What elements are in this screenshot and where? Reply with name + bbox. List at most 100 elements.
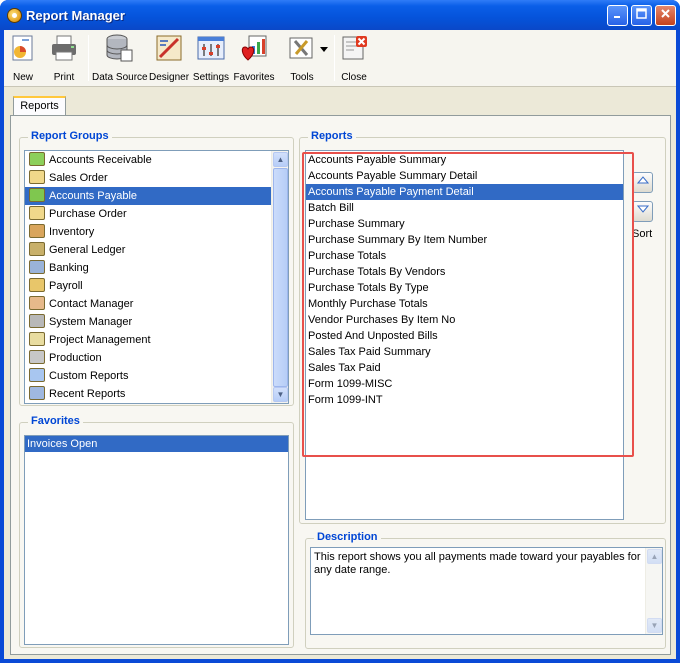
description-text: This report shows you all payments made … xyxy=(314,551,644,576)
report-item[interactable]: Purchase Totals By Vendors xyxy=(306,264,623,280)
report-item[interactable]: Purchase Totals xyxy=(306,248,623,264)
scroll-down-button[interactable]: ▼ xyxy=(273,387,288,402)
bank-icon xyxy=(29,260,45,275)
report-group-label: Accounts Payable xyxy=(49,190,138,202)
report-item[interactable]: Purchase Totals By Type xyxy=(306,280,623,296)
favorites-group: Favorites Invoices Open xyxy=(19,415,294,648)
report-group-label: General Ledger xyxy=(49,244,126,256)
database-icon xyxy=(106,34,133,62)
favorites-title: Favorites xyxy=(28,415,83,427)
report-item[interactable]: Posted And Unposted Bills xyxy=(306,328,623,344)
sort-up-button[interactable] xyxy=(632,172,653,193)
new-report-icon xyxy=(12,35,33,61)
report-groups-items: Accounts Receivable Sales Order Accounts P… xyxy=(25,151,288,403)
report-item[interactable]: Accounts Payable Summary xyxy=(306,152,623,168)
report-group-item[interactable]: Contact Manager xyxy=(25,295,288,313)
favorites-items: Invoices Open xyxy=(25,436,288,452)
sort-down-button[interactable] xyxy=(632,201,653,222)
chevron-down-icon xyxy=(320,47,328,52)
designer-icon xyxy=(156,35,182,61)
report-group-label: Payroll xyxy=(49,280,83,292)
report-groups-list[interactable]: Accounts Receivable Sales Order Accounts P… xyxy=(24,150,289,404)
report-group-item[interactable]: Accounts Receivable xyxy=(25,151,288,169)
project-icon xyxy=(29,332,45,347)
report-item[interactable]: Accounts Payable Summary Detail xyxy=(306,168,623,184)
report-group-label: Sales Order xyxy=(49,172,108,184)
report-group-label: Project Management xyxy=(49,334,151,346)
report-group-item[interactable]: Project Management xyxy=(25,331,288,349)
report-item[interactable]: Monthly Purchase Totals xyxy=(306,296,623,312)
favorites-icon xyxy=(241,35,267,61)
maximize-icon xyxy=(636,8,647,19)
report-item[interactable]: Form 1099-MISC xyxy=(306,376,623,392)
report-item[interactable]: Sales Tax Paid Summary xyxy=(306,344,623,360)
report-group-item[interactable]: General Ledger xyxy=(25,241,288,259)
report-group-item[interactable]: Recent Reports xyxy=(25,385,288,403)
report-group-label: Purchase Order xyxy=(49,208,127,220)
minimize-button[interactable] xyxy=(607,5,628,26)
report-group-item[interactable]: Custom Reports xyxy=(25,367,288,385)
report-manager-window: Report Manager New Print Data Source Des… xyxy=(0,0,680,663)
book-icon xyxy=(29,242,45,257)
report-group-item[interactable]: Production xyxy=(25,349,288,367)
scroll-thumb[interactable] xyxy=(273,168,288,387)
report-group-label: System Manager xyxy=(49,316,133,328)
favorite-item[interactable]: Invoices Open xyxy=(25,436,288,452)
minimize-icon xyxy=(613,16,620,18)
report-group-item[interactable]: System Manager xyxy=(25,313,288,331)
report-item[interactable]: Accounts Payable Payment Detail xyxy=(306,184,623,200)
window-title: Report Manager xyxy=(26,8,125,23)
data-source-button[interactable]: Data Source xyxy=(92,33,148,85)
report-groups-title: Report Groups xyxy=(28,130,112,142)
settings-button[interactable]: Settings xyxy=(192,33,230,85)
report-group-item[interactable]: Sales Order xyxy=(25,169,288,187)
description-group: Description This report shows you all pa… xyxy=(305,531,666,649)
description-box[interactable]: This report shows you all payments made … xyxy=(310,547,663,635)
tools-dropdown-arrow[interactable] xyxy=(320,44,328,54)
new-button[interactable]: New xyxy=(8,33,38,85)
favorites-list[interactable]: Invoices Open xyxy=(24,435,289,645)
favorites-button[interactable]: Favorites xyxy=(233,33,275,85)
payroll-icon xyxy=(29,278,45,293)
report-group-label: Custom Reports xyxy=(49,370,129,382)
report-group-item[interactable]: Inventory xyxy=(25,223,288,241)
clock-icon xyxy=(29,386,45,401)
close-button[interactable]: Close xyxy=(338,33,370,85)
arrow-up-icon xyxy=(636,176,649,184)
description-scrollbar[interactable]: ▲ ▼ xyxy=(645,548,662,634)
sort-label: Sort xyxy=(632,228,653,240)
close-window-button[interactable] xyxy=(655,5,676,26)
reports-list[interactable]: Accounts Payable Summary Accounts Payable… xyxy=(305,150,624,520)
report-group-label: Inventory xyxy=(49,226,95,238)
title-bar[interactable]: Report Manager xyxy=(0,0,680,30)
report-group-item[interactable]: Accounts Payable xyxy=(25,187,288,205)
maximize-button[interactable] xyxy=(631,5,652,26)
report-item[interactable]: Batch Bill xyxy=(306,200,623,216)
report-group-label: Accounts Receivable xyxy=(49,154,152,166)
close-icon xyxy=(661,9,670,18)
toolbar-separator xyxy=(334,35,335,81)
report-group-item[interactable]: Banking xyxy=(25,259,288,277)
tools-button[interactable]: Tools xyxy=(284,33,320,85)
money-bag-icon xyxy=(29,188,45,203)
scroll-up-button[interactable]: ▲ xyxy=(273,152,288,167)
report-item[interactable]: Purchase Summary By Item Number xyxy=(306,232,623,248)
scroll-up-button[interactable]: ▲ xyxy=(647,549,662,564)
report-item[interactable]: Sales Tax Paid xyxy=(306,360,623,376)
report-item[interactable]: Form 1099-INT xyxy=(306,392,623,408)
scroll-down-button[interactable]: ▼ xyxy=(647,618,662,633)
report-group-item[interactable]: Payroll xyxy=(25,277,288,295)
report-item[interactable]: Vendor Purchases By Item No xyxy=(306,312,623,328)
report-group-label: Contact Manager xyxy=(49,298,134,310)
designer-button[interactable]: Designer xyxy=(149,33,189,85)
contacts-icon xyxy=(29,296,45,311)
tab-reports[interactable]: Reports xyxy=(13,96,66,116)
reports-tab-panel: Report Groups Accounts Receivable Sales O… xyxy=(10,115,671,655)
report-item[interactable]: Purchase Summary xyxy=(306,216,623,232)
report-group-item[interactable]: Purchase Order xyxy=(25,205,288,223)
app-icon xyxy=(7,8,22,23)
report-groups-scrollbar[interactable]: ▲ ▼ xyxy=(271,151,288,403)
print-button[interactable]: Print xyxy=(48,33,80,85)
report-group-label: Production xyxy=(49,352,102,364)
money-icon xyxy=(29,152,45,167)
